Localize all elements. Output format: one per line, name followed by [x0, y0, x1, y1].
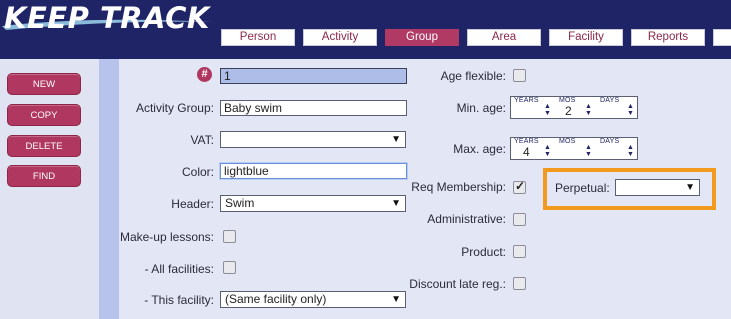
months-caption: MOS: [559, 138, 576, 145]
activity-group-input[interactable]: Baby swim: [220, 100, 407, 116]
activity-group-label: Activity Group:: [135, 101, 214, 115]
age-flexible-checkbox[interactable]: [513, 69, 526, 82]
chevron-down-icon: ▼: [391, 134, 401, 145]
find-button[interactable]: FIND: [7, 165, 81, 187]
max-age-label: Max. age:: [453, 142, 506, 156]
days-caption: DAYS: [600, 138, 620, 145]
arrow-down-icon[interactable]: ▼: [585, 151, 592, 158]
arrow-down-icon[interactable]: ▼: [627, 151, 634, 158]
app-logo: KEEP TRACK: [4, 1, 210, 35]
max-age-years-input[interactable]: 4: [523, 145, 530, 159]
header-select[interactable]: Swim ▼: [220, 195, 406, 212]
perpetual-label: Perpetual:: [555, 181, 610, 195]
arrow-down-icon[interactable]: ▼: [585, 110, 592, 117]
action-sidebar: NEW COPY DELETE FIND: [0, 59, 93, 319]
days-caption: DAYS: [600, 97, 620, 104]
check-icon: ✓: [515, 179, 526, 193]
perpetual-select[interactable]: ▼: [615, 179, 700, 196]
vat-select[interactable]: ▼: [220, 131, 406, 148]
header-label: Header:: [171, 197, 214, 211]
min-age-spinner: YEARS MOS DAYS 2 ▲ ▼ ▲ ▼ ▲ ▼: [510, 96, 638, 119]
tab-activity[interactable]: Activity: [303, 29, 377, 46]
copy-button[interactable]: COPY: [7, 104, 81, 126]
new-button[interactable]: NEW: [7, 73, 81, 95]
makeup-lessons-checkbox[interactable]: [223, 230, 236, 243]
product-label: Product:: [461, 245, 506, 259]
product-checkbox[interactable]: [513, 245, 526, 258]
delete-button[interactable]: DELETE: [7, 135, 81, 157]
arrow-up-icon[interactable]: ▲: [585, 144, 592, 151]
tab-group[interactable]: Group: [385, 29, 459, 46]
arrow-down-icon[interactable]: ▼: [544, 151, 551, 158]
years-caption: YEARS: [514, 138, 539, 145]
chevron-down-icon: ▼: [391, 198, 401, 209]
arrow-up-icon[interactable]: ▲: [544, 103, 551, 110]
age-flexible-label: Age flexible:: [440, 69, 506, 83]
chevron-down-icon: ▼: [391, 294, 401, 305]
this-facility-select[interactable]: (Same facility only) ▼: [220, 291, 406, 308]
all-facilities-checkbox[interactable]: [223, 261, 236, 274]
discount-late-reg-checkbox[interactable]: [513, 277, 526, 290]
id-hash-icon: #: [197, 67, 212, 82]
years-caption: YEARS: [514, 97, 539, 104]
req-membership-label: Req Membership:: [411, 180, 506, 194]
min-age-label: Min. age:: [456, 101, 506, 115]
tab-reports[interactable]: Reports: [631, 29, 705, 46]
min-age-months-input[interactable]: 2: [565, 104, 572, 118]
arrow-down-icon[interactable]: ▼: [627, 110, 634, 117]
section-divider-strip: [99, 59, 119, 319]
tab-more[interactable]: [713, 29, 731, 46]
this-facility-select-value: (Same facility only): [225, 292, 327, 306]
all-facilities-label: - All facilities:: [144, 262, 214, 276]
administrative-label: Administrative:: [427, 212, 506, 226]
arrow-up-icon[interactable]: ▲: [585, 103, 592, 110]
arrow-up-icon[interactable]: ▲: [627, 103, 634, 110]
discount-late-reg-label: Discount late reg.:: [409, 277, 506, 291]
makeup-lessons-label: Make-up lessons:: [119, 230, 214, 244]
administrative-checkbox[interactable]: [513, 213, 526, 226]
tab-person[interactable]: Person: [221, 29, 295, 46]
this-facility-label: - This facility:: [144, 293, 214, 307]
arrow-up-icon[interactable]: ▲: [627, 144, 634, 151]
arrow-down-icon[interactable]: ▼: [544, 110, 551, 117]
months-caption: MOS: [559, 97, 576, 104]
req-membership-checkbox[interactable]: ✓: [513, 179, 526, 194]
tab-facility[interactable]: Facility: [549, 29, 623, 46]
max-age-spinner: YEARS MOS DAYS 4 ▲ ▼ ▲ ▼ ▲ ▼: [510, 137, 638, 160]
color-label: Color:: [181, 165, 214, 179]
group-id-field[interactable]: 1: [220, 68, 407, 84]
tab-area[interactable]: Area: [467, 29, 541, 46]
header-bar: KEEP TRACK Person Activity Group Area Fa…: [0, 0, 731, 59]
arrow-up-icon[interactable]: ▲: [544, 144, 551, 151]
vat-label: VAT:: [190, 133, 214, 147]
chevron-down-icon: ▼: [685, 182, 695, 193]
header-select-value: Swim: [225, 196, 255, 210]
color-input[interactable]: lightblue: [220, 163, 407, 179]
